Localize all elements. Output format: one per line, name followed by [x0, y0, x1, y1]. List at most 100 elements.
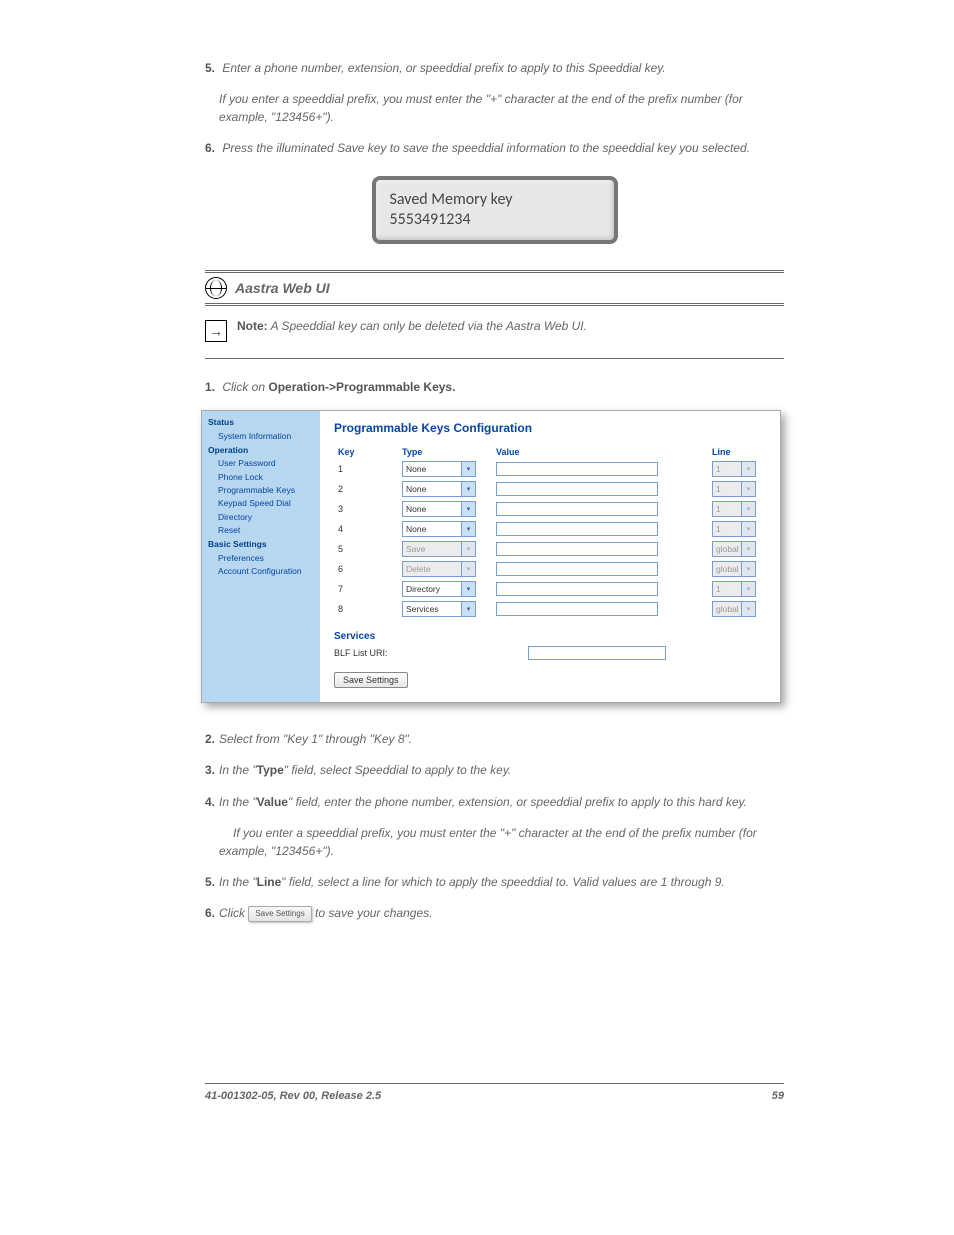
sidebar-header: Status [202, 415, 320, 429]
save-settings-inline-button: Save Settings [248, 906, 311, 922]
step-text: In the "Type" field, select Speeddial to… [219, 763, 511, 777]
keys-table: Key Type Value Line 1None▾1▾2None▾1▾3Non… [334, 445, 766, 619]
chevron-down-icon: ▾ [461, 462, 475, 476]
line-select: 1▾ [712, 521, 756, 537]
chevron-down-icon: ▾ [461, 602, 475, 616]
note-label: Note: [237, 319, 268, 333]
table-row: 7Directory▾ 1▾ [334, 579, 766, 599]
line-select: 1▾ [712, 501, 756, 517]
cell-key: 7 [334, 579, 398, 599]
table-row: 2None▾ 1▾ [334, 479, 766, 499]
value-input[interactable] [496, 462, 658, 476]
step-number: 4. [205, 794, 219, 811]
step-text: In the "Line" field, select a line for w… [219, 875, 725, 889]
sidebar-item[interactable]: User Password [202, 457, 320, 470]
note-text: Note: A Speeddial key can only be delete… [237, 318, 784, 335]
save-settings-button[interactable]: Save Settings [334, 672, 408, 688]
step-number: 5. [205, 874, 219, 891]
line-select: 1▾ [712, 581, 756, 597]
sidebar-item[interactable]: System Information [202, 429, 320, 442]
value-input[interactable] [496, 602, 658, 616]
type-select[interactable]: None▾ [402, 481, 476, 497]
sidebar-item[interactable]: Phone Lock [202, 470, 320, 483]
chevron-down-icon: ▾ [461, 522, 475, 536]
cell-key: 5 [334, 539, 398, 559]
cell-key: 3 [334, 499, 398, 519]
chevron-down-icon: ▾ [741, 582, 755, 596]
type-select[interactable]: None▾ [402, 461, 476, 477]
table-row: 3None▾ 1▾ [334, 499, 766, 519]
cell-key: 6 [334, 559, 398, 579]
sidebar-item[interactable]: Account Configuration [202, 564, 320, 577]
sidebar-item[interactable]: Keypad Speed Dial [202, 497, 320, 510]
line-select: global▾ [712, 541, 756, 557]
value-input[interactable] [496, 562, 658, 576]
type-select[interactable]: Services▾ [402, 601, 476, 617]
sidebar-header: Operation [202, 443, 320, 457]
step-text: Click on Operation->Programmable Keys. [222, 380, 455, 394]
value-input[interactable] [496, 482, 658, 496]
value-input[interactable] [496, 542, 658, 556]
chevron-down-icon: ▾ [741, 602, 755, 616]
step-number: 6. [205, 140, 219, 157]
main-panel: Programmable Keys Configuration Key Type… [320, 411, 780, 702]
line-select: global▾ [712, 561, 756, 577]
cell-key: 4 [334, 519, 398, 539]
lcd-line-2: 5553491234 [390, 210, 600, 230]
bold-term: Value [257, 795, 288, 809]
type-select: Delete▾ [402, 561, 476, 577]
table-row: 5Save▾ global▾ [334, 539, 766, 559]
line-select: 1▾ [712, 481, 756, 497]
lcd-line-1: Saved Memory key [390, 190, 600, 210]
sidebar-header: Basic Settings [202, 537, 320, 551]
type-select[interactable]: None▾ [402, 501, 476, 517]
col-type: Type [398, 445, 492, 459]
globe-icon [205, 277, 227, 299]
chevron-down-icon: ▾ [741, 542, 755, 556]
chevron-down-icon: ▾ [741, 462, 755, 476]
services-heading: Services [334, 631, 766, 642]
cell-key: 2 [334, 479, 398, 499]
line-select: global▾ [712, 601, 756, 617]
step-number: 3. [205, 762, 219, 779]
step-number: 6. [205, 905, 219, 922]
chevron-down-icon: ▾ [461, 482, 475, 496]
sidebar-item[interactable]: Preferences [202, 551, 320, 564]
bold-term: Type [257, 763, 284, 777]
webui-screenshot: StatusSystem InformationOperationUser Pa… [201, 410, 781, 703]
step-subtext: If you enter a speeddial prefix, you mus… [219, 92, 743, 123]
type-select: Save▾ [402, 541, 476, 557]
step-number: 2. [205, 731, 219, 748]
chevron-down-icon: ▾ [461, 502, 475, 516]
step-text: Enter a phone number, extension, or spee… [222, 61, 665, 75]
note-body: A Speeddial key can only be deleted via … [271, 319, 587, 333]
chevron-down-icon: ▾ [741, 562, 755, 576]
lcd-display: Saved Memory key 5553491234 [372, 176, 618, 244]
step-text: In the "Value" field, enter the phone nu… [219, 795, 747, 809]
blf-input[interactable] [528, 646, 666, 660]
line-select: 1▾ [712, 461, 756, 477]
sidebar: StatusSystem InformationOperationUser Pa… [202, 411, 320, 702]
step-text: If you enter a speeddial prefix, you mus… [219, 826, 757, 857]
chevron-down-icon: ▾ [741, 502, 755, 516]
cell-key: 8 [334, 599, 398, 619]
type-select[interactable]: Directory▾ [402, 581, 476, 597]
col-key: Key [334, 445, 398, 459]
value-input[interactable] [496, 582, 658, 596]
step-text: Click Save Settings to save your changes… [219, 906, 432, 920]
sidebar-item[interactable]: Programmable Keys [202, 484, 320, 497]
section-heading: Aastra Web UI [235, 280, 330, 296]
footer-left: 41-001302-05, Rev 00, Release 2.5 [205, 1090, 381, 1102]
value-input[interactable] [496, 502, 658, 516]
sidebar-item[interactable]: Directory [202, 510, 320, 523]
value-input[interactable] [496, 522, 658, 536]
sidebar-item[interactable]: Reset [202, 523, 320, 536]
table-row: 4None▾ 1▾ [334, 519, 766, 539]
type-select[interactable]: None▾ [402, 521, 476, 537]
chevron-down-icon: ▾ [461, 562, 475, 576]
step-number: 5. [205, 60, 219, 77]
bold-term: Line [257, 875, 282, 889]
step-text: Press the illuminated Save key to save t… [222, 141, 750, 155]
col-value: Value [492, 445, 708, 459]
table-row: 8Services▾ global▾ [334, 599, 766, 619]
